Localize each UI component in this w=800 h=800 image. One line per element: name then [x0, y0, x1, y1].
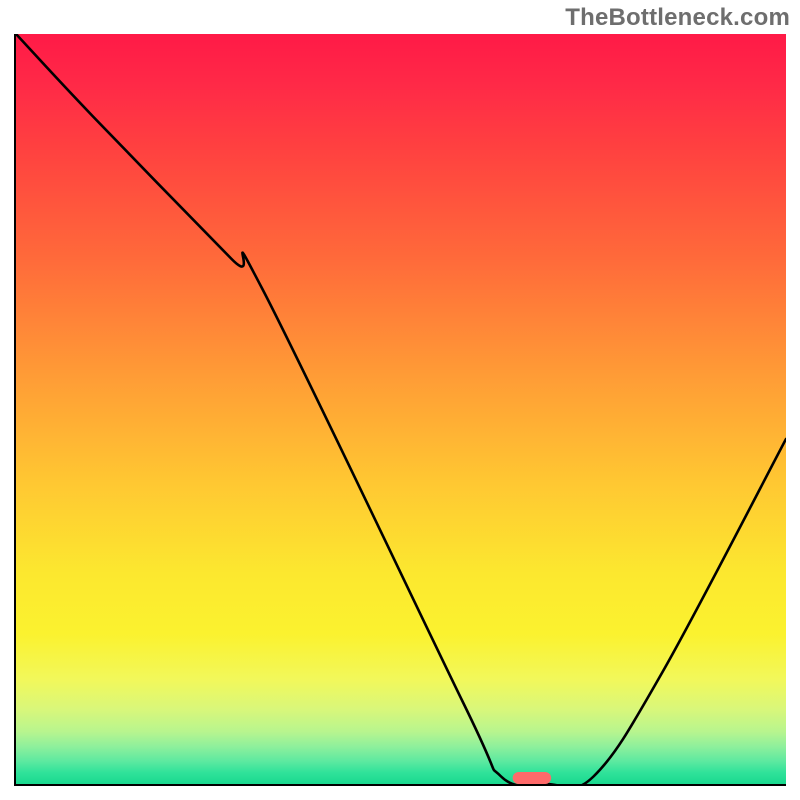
plot-area: [14, 34, 786, 786]
watermark-text: TheBottleneck.com: [565, 4, 790, 32]
bottleneck-curve-path: [16, 34, 786, 786]
optimal-marker: [513, 772, 552, 784]
chart-svg: [16, 34, 786, 784]
bottleneck-chart: TheBottleneck.com: [0, 0, 800, 800]
